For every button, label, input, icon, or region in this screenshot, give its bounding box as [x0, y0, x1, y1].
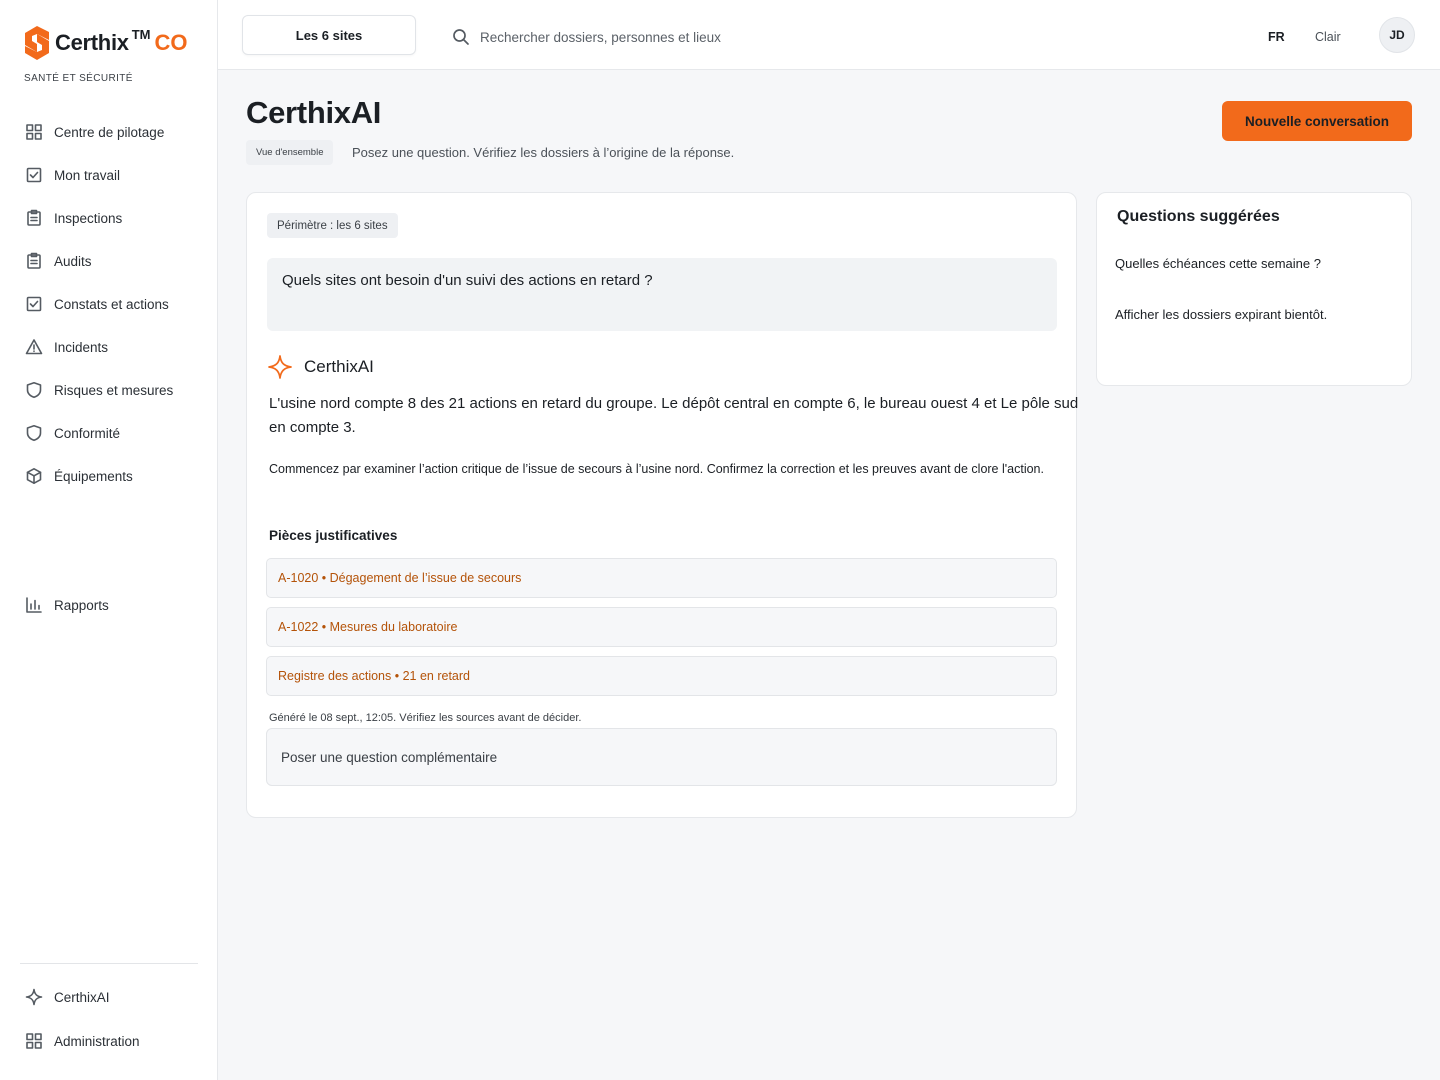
shield-icon	[24, 423, 44, 443]
sidebar-item-audits[interactable]: Audits	[24, 250, 92, 272]
brand-name: Certhix	[55, 30, 129, 55]
user-avatar[interactable]: JD	[1379, 17, 1415, 53]
sidebar-item-certhixai[interactable]: CerthixAI	[24, 986, 110, 1008]
evidence-item[interactable]: A-1022 • Mesures du laboratoire	[266, 607, 1057, 647]
box-icon	[24, 466, 44, 486]
assistant-name: CerthixAI	[304, 357, 374, 376]
evidence-item[interactable]: A-1020 • Dégagement de l’issue de secour…	[266, 558, 1057, 598]
theme-toggle[interactable]: Clair	[1315, 30, 1341, 44]
sidebar-item-label: Mon travail	[54, 167, 121, 183]
sidebar-item-constats-et-actions[interactable]: Constats et actions	[24, 293, 169, 315]
sidebar-item-label: Inspections	[54, 210, 123, 226]
sparkle-icon	[268, 355, 292, 379]
assistant-header: CerthixAI	[267, 353, 374, 381]
sidebar-item-label: Conformité	[54, 425, 121, 441]
brand-suffix: CO	[154, 30, 188, 55]
grid-icon	[24, 1031, 44, 1051]
suggested-question[interactable]: Afficher les dossiers expirant bientôt.	[1115, 307, 1327, 322]
warning-icon	[24, 337, 44, 357]
sidebar-item-mon-travail[interactable]: Mon travail	[24, 164, 120, 186]
checkbox-icon	[24, 294, 44, 314]
sidebar: Certhix TM CO SANTÉ ET SÉCURITÉ Centre d…	[0, 0, 218, 1080]
brand-trademark: TM	[131, 26, 151, 42]
sidebar-item-inspections[interactable]: Inspections	[24, 207, 122, 229]
grid-icon	[24, 122, 44, 142]
search-input[interactable]	[480, 24, 920, 50]
new-conversation-button[interactable]: Nouvelle conversation	[1222, 101, 1412, 141]
sidebar-item-label: Rapports	[54, 597, 109, 613]
breadcrumb[interactable]: Vue d'ensemble	[246, 140, 334, 165]
page-title: CerthixAI	[246, 95, 382, 130]
sidebar-item-label: Centre de pilotage	[54, 124, 165, 140]
sidebar-item-label: Équipements	[54, 468, 133, 484]
sidebar-item-label: Administration	[54, 1033, 140, 1049]
sparkle-icon	[24, 987, 44, 1007]
sidebar-item-rapports[interactable]: Rapports	[24, 594, 109, 616]
generated-note: Généré le 08 sept., 12:05. Vérifiez les …	[269, 712, 582, 724]
sidebar-item-label: Constats et actions	[54, 296, 169, 312]
user-question: Quels sites ont besoin d'un suivi des ac…	[267, 258, 1057, 331]
site-selector[interactable]: Les 6 sites	[242, 15, 416, 55]
certhix-logo-icon	[25, 26, 49, 60]
evidence-heading: Pièces justificatives	[269, 528, 398, 543]
suggested-question[interactable]: Quelles échéances cette semaine ?	[1115, 256, 1321, 271]
sidebar-item-centre-de-pilotage[interactable]: Centre de pilotage	[24, 121, 164, 143]
clipboard-icon	[24, 251, 44, 271]
search-icon	[452, 28, 470, 46]
sidebar-item-label: CerthixAI	[54, 989, 110, 1005]
bar-chart-icon	[24, 595, 44, 615]
sidebar-item-label: Incidents	[54, 339, 109, 355]
assistant-answer: L'usine nord compte 8 des 21 actions en …	[269, 395, 1079, 436]
suggested-questions-panel: Questions suggérées Quelles échéances ce…	[1096, 192, 1412, 386]
top-bar: Les 6 sites FR Clair JD	[218, 0, 1440, 70]
clipboard-icon	[24, 208, 44, 228]
shield-icon	[24, 380, 44, 400]
checkbox-icon	[24, 165, 44, 185]
sidebar-item-incidents[interactable]: Incidents	[24, 336, 108, 358]
conversation-panel: Périmètre : les 6 sites Quels sites ont …	[246, 192, 1078, 818]
sidebar-item-risques-et-mesures[interactable]: Risques et mesures	[24, 379, 173, 401]
sidebar-item-label: Risques et mesures	[54, 382, 174, 398]
evidence-item[interactable]: Registre des actions • 21 en retard	[266, 656, 1057, 696]
sidebar-item-administration[interactable]: Administration	[24, 1030, 140, 1052]
brand-tagline: SANTÉ ET SÉCURITÉ	[24, 73, 133, 84]
sidebar-item-label: Audits	[54, 253, 92, 269]
suggested-questions-title: Questions suggérées	[1117, 208, 1280, 225]
assistant-detail: Commencez par examiner l’action critique…	[269, 462, 1044, 476]
sidebar-item-equipements[interactable]: Équipements	[24, 465, 133, 487]
sidebar-divider	[20, 963, 198, 964]
sidebar-item-conformite[interactable]: Conformité	[24, 422, 120, 444]
language-switch[interactable]: FR	[1268, 30, 1285, 44]
brand-logo-link[interactable]: Certhix TM CO	[24, 24, 187, 62]
followup-input[interactable]	[266, 728, 1057, 786]
page-subtitle: Posez une question. Vérifiez les dossier…	[352, 145, 735, 160]
scope-badge: Périmètre : les 6 sites	[267, 213, 398, 238]
